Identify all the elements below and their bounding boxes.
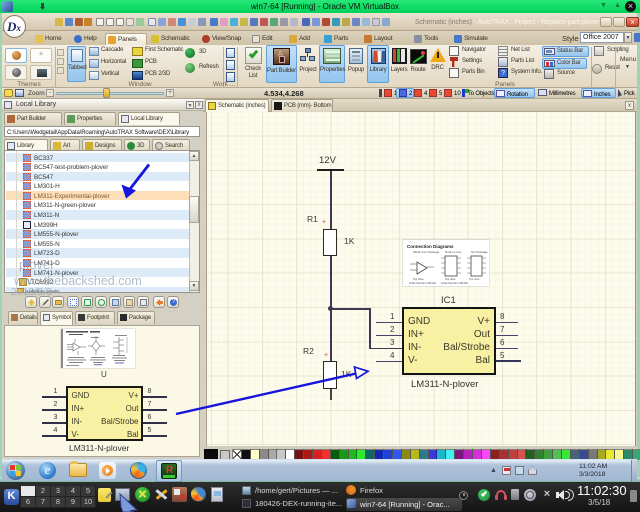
svg-text:Connection Diagrams: Connection Diagrams	[407, 244, 454, 249]
svg-text:Dual-In-Line: Dual-In-Line	[445, 250, 462, 254]
svg-text:Order Number LM311N: Order Number LM311N	[441, 281, 468, 285]
svg-text:Top View: Top View	[413, 277, 424, 281]
svg-text:Top View: Top View	[469, 277, 480, 281]
svg-text:Metal Can Package: Metal Can Package	[413, 250, 440, 254]
svg-text:SO Package: SO Package	[471, 250, 488, 254]
svg-text:Order Number LM311H: Order Number LM311H	[409, 281, 436, 285]
svg-text:Top View: Top View	[445, 277, 456, 281]
